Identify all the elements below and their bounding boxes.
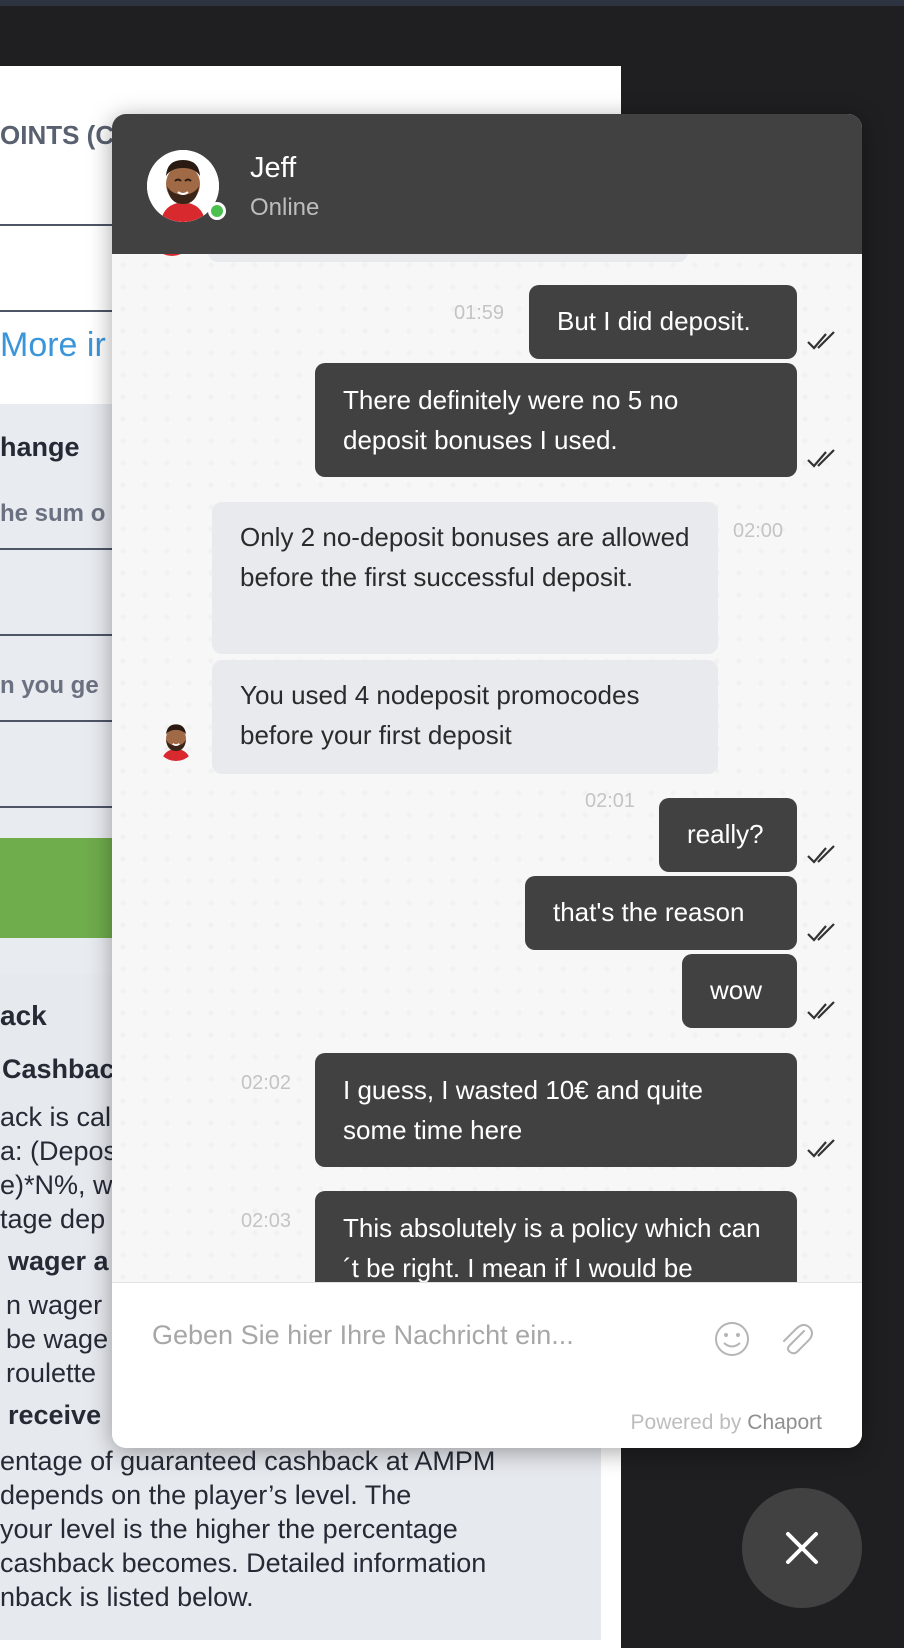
- close-chat-button[interactable]: [742, 1488, 862, 1608]
- message-bubble-outgoing: There definitely were no 5 no deposit bo…: [315, 363, 797, 477]
- smiley-icon[interactable]: [712, 1319, 752, 1359]
- message-bubble-incoming: [208, 254, 688, 262]
- top-bar: [0, 0, 904, 6]
- agent-avatar-small: [156, 721, 196, 761]
- double-check-icon: [807, 1139, 835, 1158]
- double-check-icon: [807, 1001, 835, 1020]
- close-icon: [786, 1532, 818, 1564]
- wager-heading: wager a: [8, 1246, 109, 1276]
- more-info-link[interactable]: More ir: [0, 326, 106, 365]
- cashback-subheading: Cashbac: [2, 1054, 115, 1084]
- wager-paragraph: n wager be wage roulette: [6, 1290, 109, 1388]
- divider: [0, 634, 112, 636]
- message-list[interactable]: 01:59 But I did deposit. There definitel…: [112, 254, 862, 1282]
- divider: [0, 224, 112, 226]
- paperclip-icon[interactable]: [776, 1319, 816, 1359]
- receive-heading: receive: [8, 1400, 102, 1430]
- sum-label: he sum o: [0, 500, 106, 527]
- message-composer: Powered by Chaport: [112, 1282, 862, 1448]
- cashback-heading: ack: [0, 1000, 47, 1031]
- double-check-icon: [807, 331, 835, 350]
- online-status-dot: [208, 202, 226, 220]
- points-heading: OINTS (C: [0, 120, 115, 150]
- chat-widget: Jeff Online 01:59 But I did deposit. The…: [112, 114, 862, 1448]
- message-bubble-outgoing: But I did deposit.: [529, 285, 797, 359]
- message-bubble-incoming: Only 2 no-deposit bonuses are allowed be…: [212, 502, 718, 654]
- message-input[interactable]: [152, 1313, 672, 1357]
- exchange-button[interactable]: [0, 838, 112, 938]
- exchange-heading: hange: [0, 432, 80, 462]
- message-bubble-outgoing: wow: [682, 954, 797, 1028]
- message-bubble-outgoing: I guess, I wasted 10€ and quite some tim…: [315, 1053, 797, 1167]
- divider: [0, 310, 112, 312]
- message-time: 01:59: [454, 302, 505, 324]
- message-bubble-outgoing: This absolutely is a policy which can´t …: [315, 1191, 797, 1282]
- agent-avatar-small: [152, 254, 192, 256]
- double-check-icon: [807, 449, 835, 468]
- you-get-label: n you ge: [0, 672, 99, 699]
- cashback-info-paragraph: entage of guaranteed cashback at AMPM de…: [0, 1446, 496, 1612]
- powered-by: Powered by Chaport: [630, 1411, 822, 1434]
- divider: [0, 806, 112, 808]
- chaport-brand-link[interactable]: Chaport: [747, 1411, 822, 1434]
- message-bubble-incoming: You used 4 nodeposit promocodes before y…: [212, 660, 718, 774]
- double-check-icon: [807, 845, 835, 864]
- agent-name: Jeff: [250, 152, 297, 184]
- message-time: 02:01: [585, 790, 636, 812]
- divider: [0, 548, 112, 550]
- divider: [0, 720, 112, 722]
- message-bubble-outgoing: that's the reason: [525, 876, 797, 950]
- double-check-icon: [807, 923, 835, 942]
- message-time: 02:02: [241, 1072, 292, 1094]
- chat-header: Jeff Online: [112, 114, 862, 254]
- agent-status: Online: [250, 194, 320, 221]
- message-time: 02:00: [733, 520, 784, 542]
- cashback-paragraph: ack is cal a: (Depos e)*N%, w tage dep: [0, 1102, 118, 1234]
- message-time: 02:03: [241, 1210, 292, 1232]
- message-bubble-outgoing: really?: [659, 798, 797, 872]
